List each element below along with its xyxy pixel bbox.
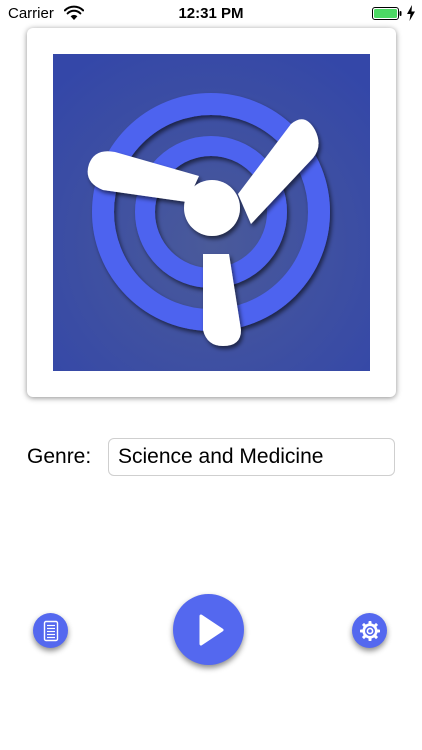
list-icon [43, 620, 58, 641]
clock: 12:31 PM [178, 5, 244, 22]
gear-icon [359, 620, 380, 641]
genre-field[interactable]: Science and Medicine [108, 438, 395, 476]
play-button[interactable] [173, 594, 244, 665]
app-screen: Carrier 12:31 PM Genre: Science and Medi… [0, 0, 422, 750]
status-bar: Carrier 12:31 PM [0, 0, 422, 28]
settings-button[interactable] [352, 613, 387, 648]
radio-fan-logo-icon [53, 54, 370, 371]
artwork-card [27, 28, 396, 397]
list-button[interactable] [33, 613, 68, 648]
play-icon [199, 614, 223, 645]
genre-label: Genre: [27, 445, 92, 468]
battery-icon [372, 7, 402, 20]
charging-bolt-icon [407, 5, 415, 21]
